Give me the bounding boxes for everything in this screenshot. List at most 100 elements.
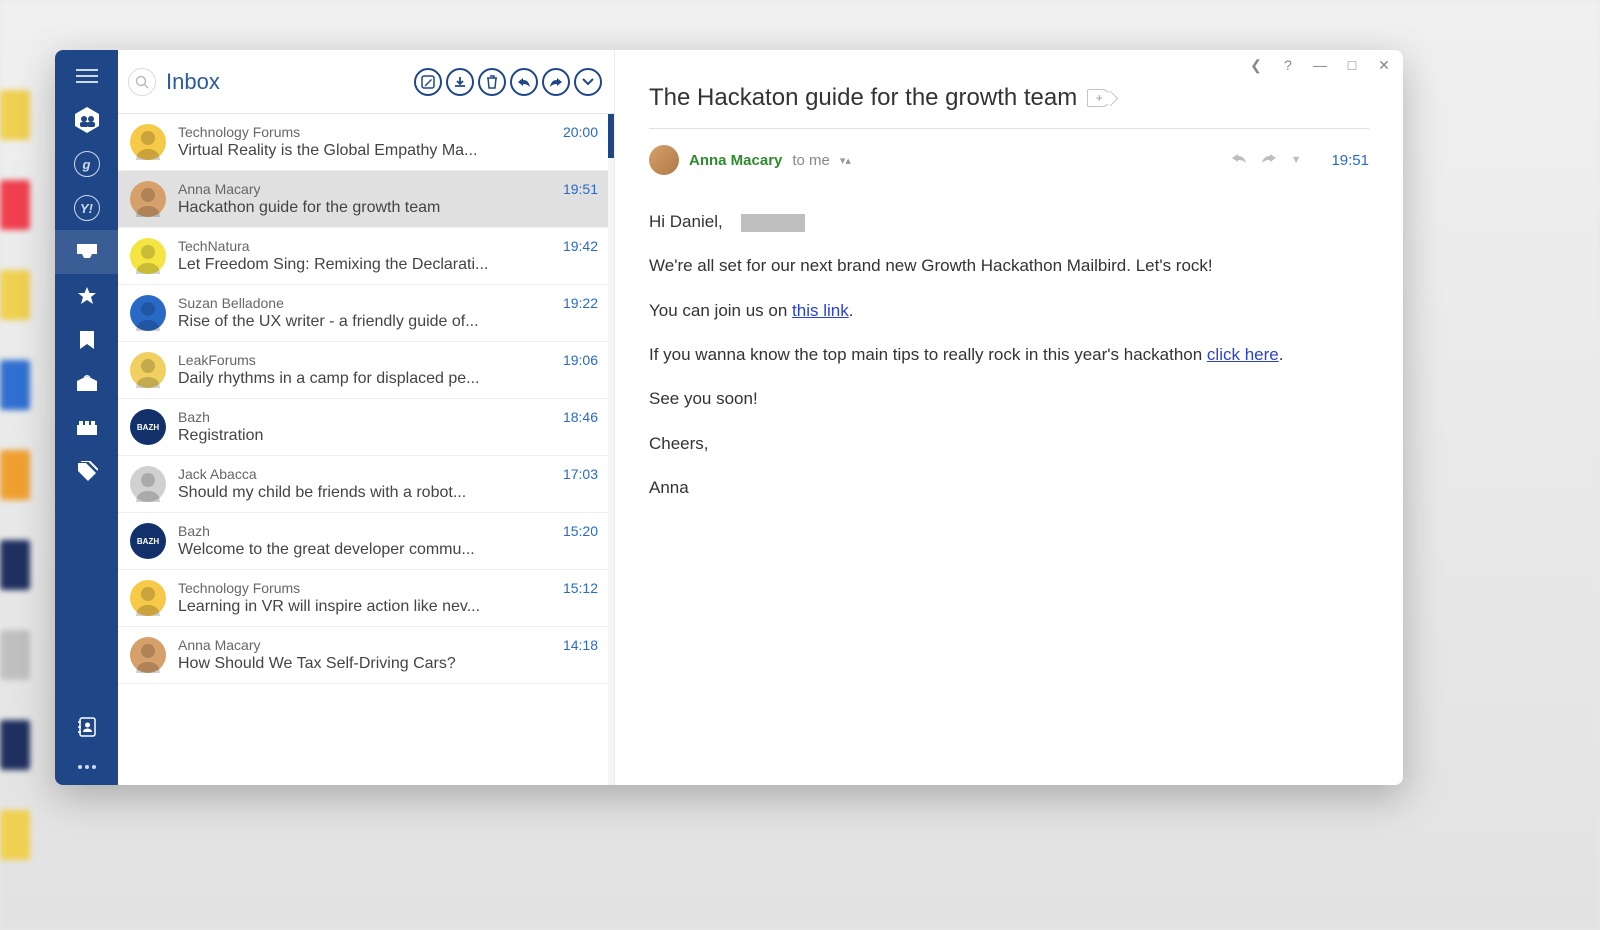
- message-sender: LeakForums: [178, 352, 256, 368]
- message-more-icon[interactable]: ▼: [1291, 154, 1302, 166]
- message-row[interactable]: Technology Forums 15:12 Learning in VR wil…: [118, 570, 614, 627]
- message-time: 19:51: [563, 181, 598, 197]
- message-time: 18:46: [563, 409, 598, 425]
- message-avatar: [130, 352, 166, 388]
- compose-button[interactable]: [414, 68, 442, 96]
- message-sender: Bazh: [178, 523, 210, 539]
- account-google-icon[interactable]: g: [55, 142, 118, 186]
- window-controls: ❮ ? — □ ✕: [1247, 56, 1393, 74]
- message-row[interactable]: LeakForums 19:06 Daily rhythms in a camp f…: [118, 342, 614, 399]
- body-link-1[interactable]: this link: [792, 301, 849, 320]
- message-avatar: BAZH: [130, 409, 166, 445]
- message-row[interactable]: BAZH Bazh 18:46 Registration: [118, 399, 614, 456]
- message-avatar: [130, 466, 166, 502]
- search-icon[interactable]: [128, 68, 156, 96]
- forward-icon[interactable]: [1261, 151, 1277, 169]
- message-subject: Should my child be friends with a robot.…: [178, 484, 598, 502]
- back-icon[interactable]: ❮: [1247, 56, 1265, 74]
- message-row[interactable]: Jack Abacca17:03Should my child be frien…: [118, 456, 614, 513]
- expand-recipients-icon[interactable]: ▾▴: [840, 154, 851, 167]
- message-time: 14:18: [563, 637, 598, 653]
- sidebar-rail: g Y!: [55, 50, 118, 785]
- message-sender: Bazh: [178, 409, 210, 425]
- body-p6: Anna: [649, 475, 1369, 501]
- hamburger-icon[interactable]: [55, 54, 118, 98]
- sender-name: Anna Macary: [689, 152, 782, 169]
- message-avatar: [130, 580, 166, 616]
- sidebar-item-bookmark[interactable]: [55, 318, 118, 362]
- app-window: g Y! Inbox: [55, 50, 1403, 785]
- message-avatar: [130, 295, 166, 331]
- message-sender: Technology Forums: [178, 124, 300, 140]
- message-row[interactable]: Technology Forums 20:00 Virtual Reality is…: [118, 114, 614, 171]
- message-row[interactable]: Suzan Belladone19:22Rise of the UX write…: [118, 285, 614, 342]
- message-subject: Rise of the UX writer - a friendly guide…: [178, 313, 598, 331]
- message-list-pane: Inbox Technology Forums 20:00 Virtual Real…: [118, 50, 615, 785]
- forward-button[interactable]: [542, 68, 570, 96]
- message-subject: Hackathon guide for the growth team: [178, 199, 598, 217]
- body-greeting: Hi Daniel,: [649, 212, 723, 231]
- scrollbar-thumb[interactable]: [608, 114, 614, 158]
- list-header: Inbox: [118, 50, 614, 114]
- scrollbar-track[interactable]: [608, 114, 614, 785]
- more-button[interactable]: [574, 68, 602, 96]
- email-body: Hi Daniel, We're all set for our next br…: [649, 209, 1369, 519]
- add-tag-button[interactable]: +: [1087, 89, 1111, 107]
- folder-title: Inbox: [166, 69, 414, 95]
- sender-avatar: [649, 145, 679, 175]
- message-time: 15:20: [563, 523, 598, 539]
- message-sender: Technology Forums: [178, 580, 300, 596]
- sidebar-item-starred[interactable]: [55, 274, 118, 318]
- sidebar-item-inbox[interactable]: [55, 230, 118, 274]
- email-time: 19:51: [1331, 152, 1369, 169]
- message-time: 19:22: [563, 295, 598, 311]
- maximize-icon[interactable]: □: [1343, 56, 1361, 74]
- contacts-hex-icon[interactable]: [55, 98, 118, 142]
- sidebar-item-contacts[interactable]: [55, 705, 118, 749]
- message-row[interactable]: Anna Macary 14:18 How Should We Tax Self-D…: [118, 627, 614, 684]
- message-avatar: [130, 124, 166, 160]
- message-sender: TechNatura: [178, 238, 250, 254]
- message-subject: Welcome to the great developer commu...: [178, 541, 598, 559]
- message-row[interactable]: TechNatura19:42Let Freedom Sing: Remixin…: [118, 228, 614, 285]
- help-icon[interactable]: ?: [1279, 56, 1297, 74]
- sidebar-more-icon[interactable]: [55, 749, 118, 785]
- message-avatar: [130, 238, 166, 274]
- account-yahoo-icon[interactable]: Y!: [55, 186, 118, 230]
- message-subject: Virtual Reality is the Global Empathy Ma…: [178, 142, 598, 160]
- delete-button[interactable]: [478, 68, 506, 96]
- close-icon[interactable]: ✕: [1375, 56, 1393, 74]
- message-row[interactable]: Anna Macary 19:51 Hackathon guide for the …: [118, 171, 614, 228]
- message-subject: Learning in VR will inspire action like …: [178, 598, 598, 616]
- message-time: 19:42: [563, 238, 598, 254]
- message-time: 20:00: [563, 124, 598, 140]
- reply-icon[interactable]: [1231, 151, 1247, 169]
- email-meta: Anna Macary to me ▾▴ ▼ 19:51: [649, 145, 1369, 187]
- message-list: Technology Forums 20:00 Virtual Reality is…: [118, 114, 614, 785]
- message-avatar: [130, 181, 166, 217]
- message-sender: Anna Macary: [178, 637, 260, 653]
- message-subject: Registration: [178, 427, 598, 445]
- message-avatar: [130, 637, 166, 673]
- download-button[interactable]: [446, 68, 474, 96]
- list-toolbar: [414, 68, 602, 96]
- body-link-2[interactable]: click here: [1207, 345, 1279, 364]
- message-avatar: BAZH: [130, 523, 166, 559]
- minimize-icon[interactable]: —: [1311, 56, 1329, 74]
- body-p4: See you soon!: [649, 386, 1369, 412]
- reply-button[interactable]: [510, 68, 538, 96]
- email-subject: The Hackaton guide for the growth team: [649, 84, 1077, 112]
- recipient-label: to me: [792, 152, 830, 169]
- sidebar-item-tags[interactable]: [55, 450, 118, 494]
- message-subject: How Should We Tax Self-Driving Cars?: [178, 655, 598, 673]
- sidebar-item-sent[interactable]: [55, 362, 118, 406]
- message-subject: Daily rhythms in a camp for displaced pe…: [178, 370, 598, 388]
- body-p5: Cheers,: [649, 431, 1369, 457]
- message-sender: Anna Macary: [178, 181, 260, 197]
- sidebar-item-archive[interactable]: [55, 406, 118, 450]
- message-time: 15:12: [563, 580, 598, 596]
- message-sender: Jack Abacca: [178, 466, 257, 482]
- message-row[interactable]: BAZH Bazh 15:20 Welcome to the great develo…: [118, 513, 614, 570]
- message-time: 19:06: [563, 352, 598, 368]
- reading-pane: ❮ ? — □ ✕ The Hackaton guide for the gro…: [615, 50, 1403, 785]
